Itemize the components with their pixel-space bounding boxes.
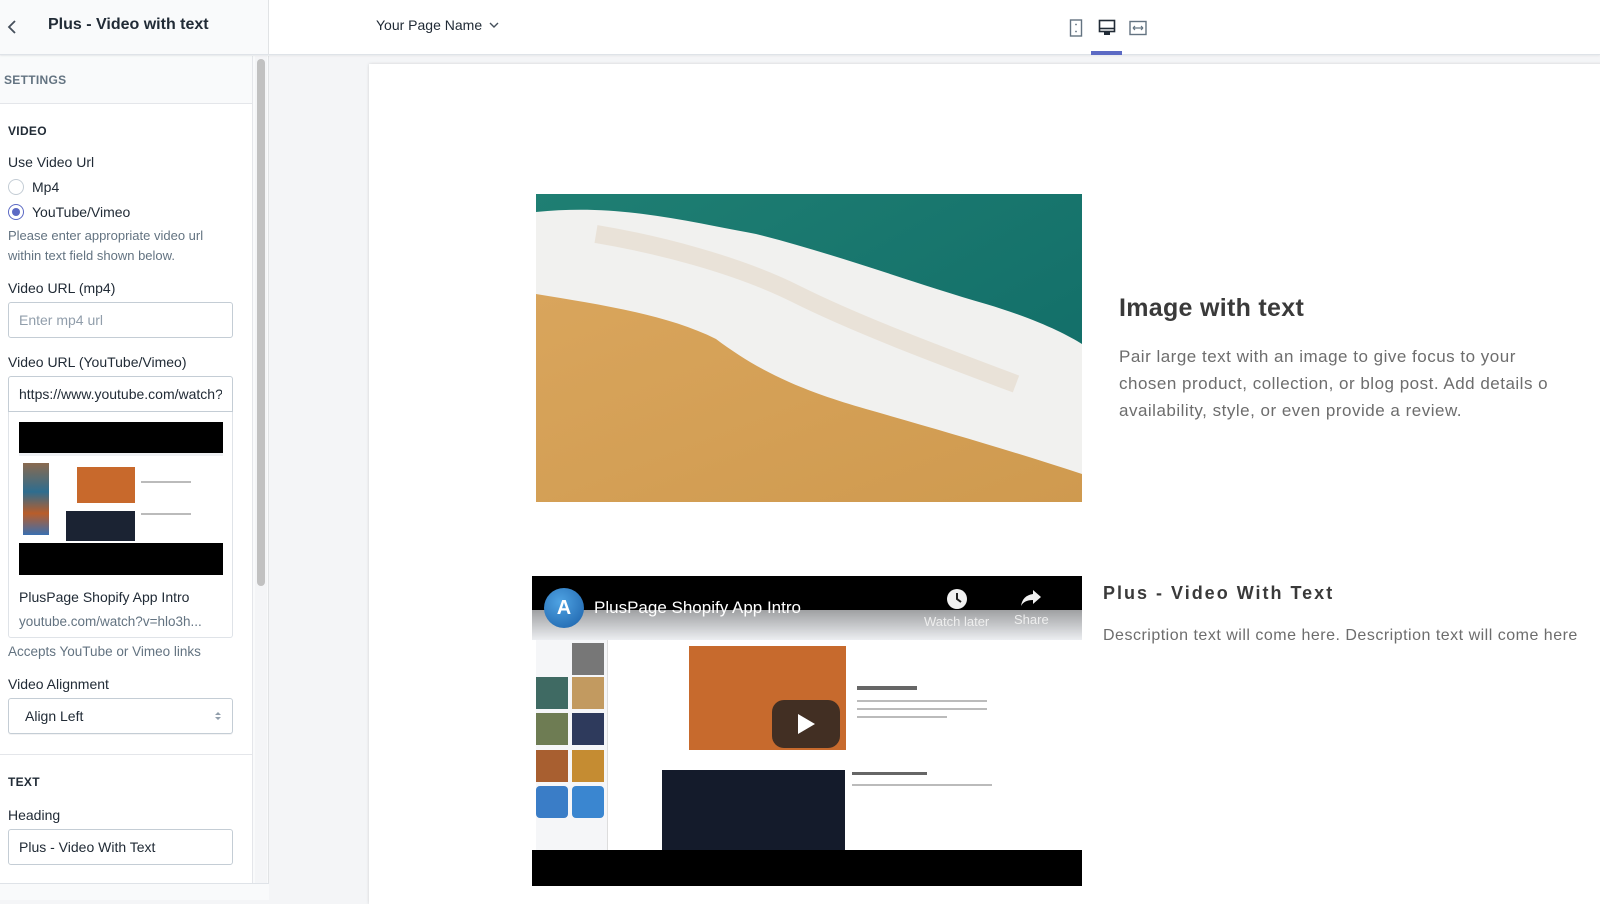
radio-mp4[interactable]: Mp4 xyxy=(8,174,244,199)
mobile-icon xyxy=(1069,18,1082,37)
mp4-url-input[interactable] xyxy=(8,302,233,338)
top-bar: Plus - Video with text Your Page Name xyxy=(0,0,1600,55)
device-fullwidth-button[interactable] xyxy=(1122,0,1153,55)
youtube-video-embed[interactable]: A PlusPage Shopify App Intro Watch later… xyxy=(532,576,1082,886)
video-section: VIDEO Use Video Url Mp4 YouTube/Vimeo Pl… xyxy=(0,124,252,734)
youtube-url-input[interactable] xyxy=(8,376,233,412)
section-divider xyxy=(0,754,252,755)
page-name-label: Your Page Name xyxy=(376,17,483,33)
device-switcher xyxy=(1060,0,1153,55)
video-section-title: VIDEO xyxy=(8,124,47,138)
video-preview-url: youtube.com/watch?v=hlo3h... xyxy=(19,614,202,629)
preview-canvas: Image with text Pair large text with an … xyxy=(270,56,1600,904)
desktop-icon xyxy=(1098,19,1115,35)
accepts-links-help: Accepts YouTube or Vimeo links xyxy=(8,644,201,659)
video-preview-title: PlusPage Shopify App Intro xyxy=(19,589,190,605)
channel-logo[interactable]: A xyxy=(544,588,584,628)
heading-label: Heading xyxy=(8,807,61,823)
beach-image-graphic xyxy=(536,194,1082,502)
text-section-title: TEXT xyxy=(8,775,40,789)
page-name-dropdown[interactable]: Your Page Name xyxy=(376,17,500,33)
share-icon xyxy=(1021,590,1042,606)
chevron-down-icon xyxy=(489,22,499,28)
video-url-help: Please enter appropriate video url withi… xyxy=(8,226,244,266)
heading-input[interactable] xyxy=(8,829,233,865)
radio-youtube-vimeo-label: YouTube/Vimeo xyxy=(32,203,131,220)
youtube-url-label: Video URL (YouTube/Vimeo) xyxy=(8,354,187,370)
device-desktop-button[interactable] xyxy=(1091,0,1122,55)
video-url-help-line2: within text field shown below. xyxy=(8,248,175,263)
play-icon xyxy=(798,714,815,734)
video-preview-card[interactable]: PlusPage Shopify App Intro youtube.com/w… xyxy=(8,412,233,638)
video-alignment-select[interactable]: Align Left xyxy=(8,698,233,734)
beach-image[interactable] xyxy=(536,194,1082,502)
text-section: TEXT Heading xyxy=(0,775,252,865)
settings-panel: SETTINGS VIDEO Use Video Url Mp4 YouTube… xyxy=(0,56,253,900)
expand-horizontal-icon xyxy=(1128,20,1147,35)
clock-icon xyxy=(946,589,967,609)
use-video-url-label: Use Video Url xyxy=(8,154,95,170)
sidebar-scrollbar-thumb[interactable] xyxy=(257,59,265,586)
video-alignment-label: Video Alignment xyxy=(8,676,109,692)
video-thumbnail xyxy=(19,422,223,575)
video-with-text-body: Description text will come here. Descrip… xyxy=(1103,627,1578,644)
play-button[interactable] xyxy=(772,700,840,748)
video-with-text-title: Plus - Video With Text xyxy=(1103,583,1335,603)
watch-later-button[interactable]: Watch later xyxy=(924,588,989,629)
video-url-help-line1: Please enter appropriate video url xyxy=(8,228,204,243)
settings-sidebar: SETTINGS VIDEO Use Video Url Mp4 YouTube… xyxy=(0,56,269,900)
radio-mp4-input[interactable] xyxy=(8,178,24,195)
page-preview: Image with text Pair large text with an … xyxy=(369,64,1600,904)
image-with-text-line: chosen product, collection, or blog post… xyxy=(1119,374,1549,393)
chevron-left-icon xyxy=(7,20,16,34)
image-with-text-line: Pair large text with an image to give fo… xyxy=(1119,347,1516,366)
radio-mp4-label: Mp4 xyxy=(32,178,60,195)
mp4-url-label: Video URL (mp4) xyxy=(8,280,116,296)
radio-youtube-vimeo-input[interactable] xyxy=(8,203,24,220)
video-title[interactable]: PlusPage Shopify App Intro xyxy=(594,598,801,618)
sidebar-footer xyxy=(0,883,269,900)
image-with-text-title: Image with text xyxy=(1119,294,1305,322)
panel-header: Plus - Video with text xyxy=(0,0,269,55)
radio-youtube-vimeo[interactable]: YouTube/Vimeo xyxy=(8,199,244,224)
back-button[interactable] xyxy=(2,16,22,38)
device-mobile-button[interactable] xyxy=(1060,0,1091,55)
image-with-text-line: availability, style, or even provide a r… xyxy=(1119,401,1463,420)
panel-title: Plus - Video with text xyxy=(48,16,209,33)
image-with-text-body: Pair large text with an image to give fo… xyxy=(1119,343,1600,424)
share-button[interactable]: Share xyxy=(1014,588,1049,627)
select-arrows-icon xyxy=(215,712,221,720)
settings-heading: SETTINGS xyxy=(0,56,252,104)
video-alignment-value: Align Left xyxy=(25,708,84,724)
